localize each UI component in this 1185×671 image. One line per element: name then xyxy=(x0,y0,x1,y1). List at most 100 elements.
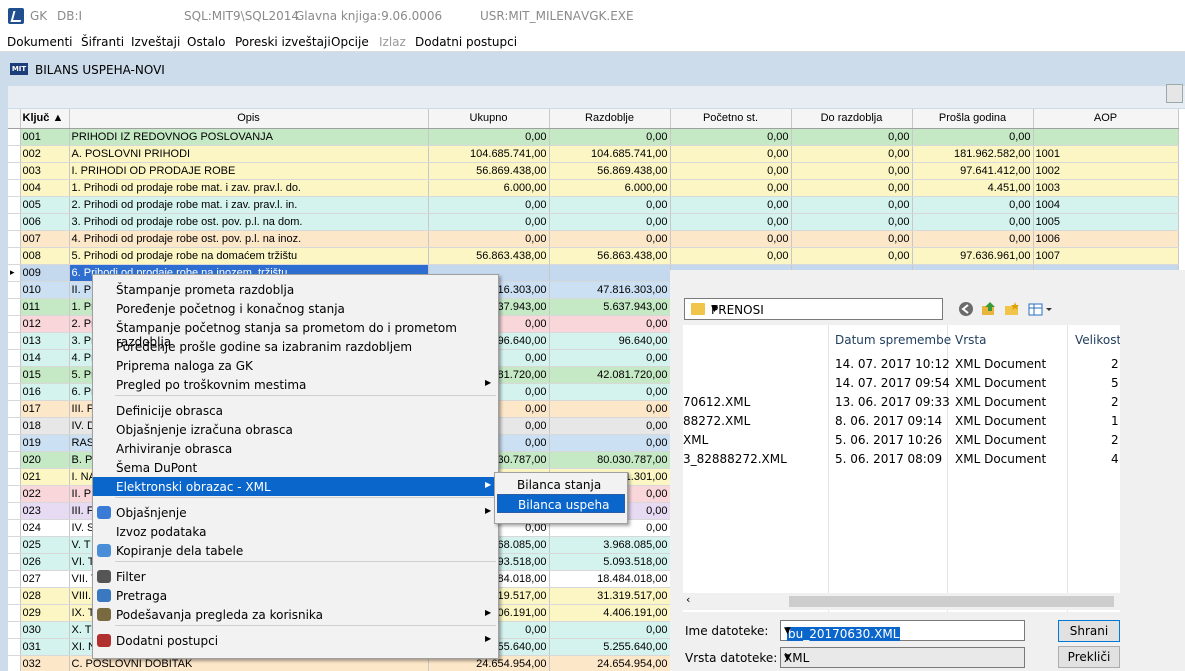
row-indicator[interactable] xyxy=(8,553,21,571)
row-indicator[interactable] xyxy=(8,162,21,180)
row-indicator[interactable] xyxy=(8,179,21,197)
row-indicator[interactable] xyxy=(8,383,21,401)
submenu-bilanca-uspeha[interactable]: Bilanca uspeha xyxy=(497,494,625,513)
new-folder-icon[interactable] xyxy=(1004,301,1020,317)
row-indicator[interactable] xyxy=(8,128,21,146)
row-indicator[interactable] xyxy=(8,655,21,671)
row-indicator[interactable] xyxy=(8,519,21,537)
menu-item-sema-dupont[interactable]: Šema DuPont xyxy=(93,458,498,477)
up-folder-icon[interactable] xyxy=(981,301,997,317)
row-indicator[interactable] xyxy=(8,349,21,367)
row-indicator[interactable] xyxy=(8,638,21,656)
row-indicator[interactable] xyxy=(8,247,21,265)
col-aop[interactable]: AOP xyxy=(1033,109,1179,129)
row-indicator[interactable] xyxy=(8,400,21,418)
col-kljuc[interactable]: Ključ ▲ xyxy=(20,109,70,129)
menu-ostalo[interactable]: Ostalo xyxy=(187,35,225,49)
menu-opcije[interactable]: Opcije xyxy=(331,35,369,49)
row-indicator[interactable] xyxy=(8,213,21,231)
folder-combo[interactable]: PRENOSI ▼ xyxy=(684,298,943,320)
row-indicator[interactable] xyxy=(8,434,21,452)
ukupno-cell: 0,00 xyxy=(428,213,550,231)
row-indicator[interactable] xyxy=(8,485,21,503)
row-indicator[interactable] xyxy=(8,366,21,384)
save-button[interactable]: Shrani xyxy=(1058,620,1120,642)
menu-item-objasnjenje-izracuna[interactable]: Objašnjenje izračuna obrasca xyxy=(93,420,498,439)
col-type[interactable]: Vrsta xyxy=(955,333,986,347)
menu-item-kopiranje-dela-tabele[interactable]: Kopiranje dela tabele xyxy=(93,541,498,560)
menu-item-stampanje-prometa[interactable]: Štampanje prometa razdoblja xyxy=(93,280,498,299)
table-row[interactable]: 008 5. Prihodi od prodaje robe na domaćem… xyxy=(8,247,1179,265)
menu-item-elektronski-obrazac-xml[interactable]: Elektronski obrazac - XML ▶ xyxy=(93,477,498,496)
table-row[interactable]: 006 3. Prihodi od prodaje robe ost. pov. … xyxy=(8,213,1179,231)
do-razdoblja-cell: 0,00 xyxy=(791,196,913,214)
menu-item-objasnjenje[interactable]: Objašnjenje ▶ xyxy=(93,503,498,522)
menu-item-izvoz-podataka[interactable]: Izvoz podataka xyxy=(93,522,498,541)
row-indicator[interactable] xyxy=(8,502,21,520)
row-indicator[interactable] xyxy=(8,332,21,350)
file-list-vscroll[interactable] xyxy=(1120,325,1136,612)
cancel-button[interactable]: Prekliči xyxy=(1058,646,1120,668)
col-size[interactable]: Velikost xyxy=(1075,333,1121,347)
table-row[interactable]: 004 1. Prihodi od prodaje robe mat. i zav… xyxy=(8,179,1179,197)
row-indicator[interactable]: ▸ xyxy=(8,264,21,282)
row-indicator[interactable] xyxy=(8,621,21,639)
row-indicator[interactable] xyxy=(8,281,21,299)
chevron-down-icon[interactable]: ▼ xyxy=(784,653,1019,663)
row-indicator[interactable] xyxy=(8,451,21,469)
scroll-left-icon[interactable]: ‹ xyxy=(686,593,690,606)
menu-item-pretraga[interactable]: Pretraga xyxy=(93,586,498,605)
menu-item-podesavanja-pregleda[interactable]: Podešavanja pregleda za korisnika ▶ xyxy=(93,605,498,624)
file-list-hscroll[interactable]: ‹ xyxy=(683,593,1120,610)
col-razdoblje[interactable]: Razdoblje xyxy=(549,109,671,129)
col-prosla-godina[interactable]: Prošla godina xyxy=(912,109,1034,129)
menu-item-dodatni-postupci[interactable]: Dodatni postupci ▶ xyxy=(93,631,498,650)
view-menu-icon[interactable] xyxy=(1028,301,1054,317)
menu-item-poredjenje-pocetnog[interactable]: Poređenje početnog i konačnog stanja xyxy=(93,299,498,318)
col-opis[interactable]: Opis xyxy=(69,109,429,129)
razdoblje-cell: 18.484.018,00 xyxy=(549,570,671,588)
print-icon[interactable] xyxy=(1166,84,1183,103)
row-indicator[interactable] xyxy=(8,604,21,622)
row-indicator[interactable] xyxy=(8,570,21,588)
table-row[interactable]: 001 PRIHODI IZ REDOVNOG POSLOVANJA 0,00 0,0… xyxy=(8,128,1179,146)
menu-dokumenti[interactable]: Dokumenti xyxy=(7,35,72,49)
filetype-select[interactable]: XML ▼ xyxy=(780,647,1025,668)
table-row[interactable]: 002 A. POSLOVNI PRIHODI 104.685.741,00 104.… xyxy=(8,145,1179,163)
menu-item-filter[interactable]: Filter xyxy=(93,567,498,586)
col-do-razdoblja[interactable]: Do razdoblja xyxy=(791,109,913,129)
hscroll-thumb[interactable] xyxy=(789,596,1114,607)
menu-izvestaji[interactable]: Izveštaji xyxy=(131,35,180,49)
menu-item-poredjenje-prosle-godine[interactable]: Poređenje prošle godine sa izabranim raz… xyxy=(93,337,498,356)
table-row[interactable]: 003 I. PRIHODI OD PRODAJE ROBE 56.869.438,… xyxy=(8,162,1179,180)
col-date[interactable]: Datum spremembe xyxy=(835,333,951,347)
row-indicator[interactable] xyxy=(8,587,21,605)
submenu-bilanca-stanja[interactable]: Bilanca stanja xyxy=(497,475,625,494)
menu-poreski-izvestaji[interactable]: Poreski izveštaji xyxy=(235,35,331,49)
row-indicator[interactable] xyxy=(8,230,21,248)
menu-dodatni-postupci[interactable]: Dodatni postupci xyxy=(415,35,517,49)
row-indicator[interactable] xyxy=(8,468,21,486)
menu-item-priprema-naloga[interactable]: Priprema naloga za GK xyxy=(93,356,498,375)
menu-izlaz[interactable]: Izlaz xyxy=(379,35,406,49)
menu-item-arhiviranje-obrasca[interactable]: Arhiviranje obrasca xyxy=(93,439,498,458)
key-cell: 012 xyxy=(20,315,70,333)
row-indicator[interactable] xyxy=(8,298,21,316)
menu-item-pregled-troskovnih-mesta[interactable]: Pregled po troškovnim mestima ▶ xyxy=(93,375,498,394)
row-indicator[interactable] xyxy=(8,536,21,554)
menu-item-stampanje-pocetnog-stanja[interactable]: Štampanje početnog stanja sa prometom do… xyxy=(93,318,498,349)
back-icon[interactable] xyxy=(958,301,974,317)
row-indicator[interactable] xyxy=(8,145,21,163)
row-indicator[interactable] xyxy=(8,417,21,435)
filename-input[interactable]: bu_20170630.XML ▼ xyxy=(780,620,1025,641)
col-ukupno[interactable]: Ukupno xyxy=(428,109,550,129)
menu-sifranti[interactable]: Šifranti xyxy=(81,35,124,49)
table-row[interactable]: 005 2. Prihodi od prodaje robe mat. i zav… xyxy=(8,196,1179,214)
row-indicator[interactable] xyxy=(8,315,21,333)
col-pocetno[interactable]: Početno st. xyxy=(670,109,792,129)
razdoblje-cell: 0,00 xyxy=(549,417,671,435)
menu-item-definicije-obrasca[interactable]: Definicije obrasca xyxy=(93,401,498,420)
table-row[interactable]: 007 4. Prihodi od prodaje robe ost. pov. … xyxy=(8,230,1179,248)
row-indicator[interactable] xyxy=(8,196,21,214)
chevron-down-icon[interactable]: ▼ xyxy=(784,626,1019,636)
